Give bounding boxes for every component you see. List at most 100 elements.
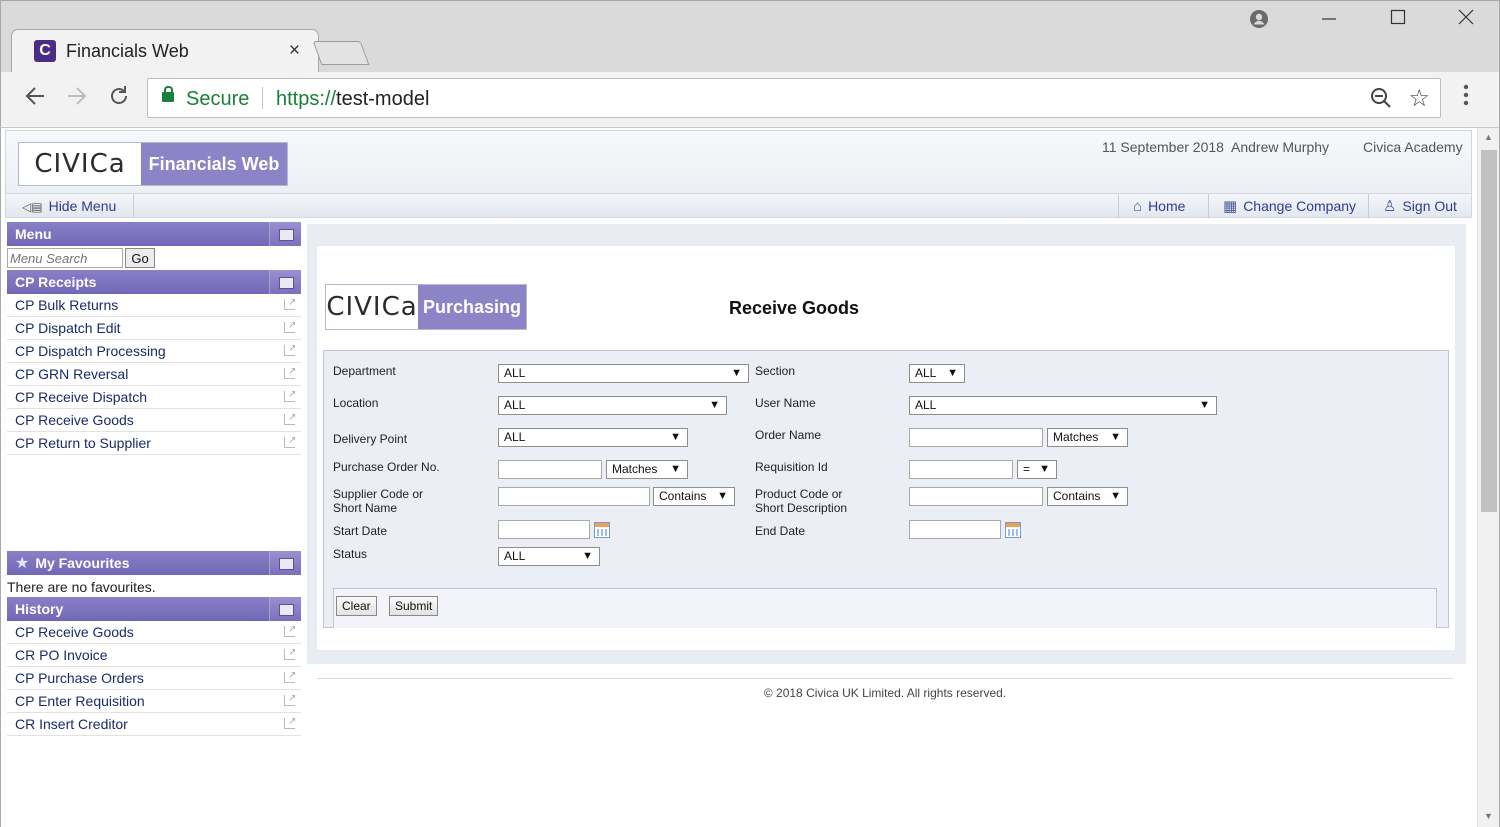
browser-menu-icon[interactable] (1456, 84, 1476, 106)
reload-icon[interactable] (102, 84, 136, 112)
product-input[interactable] (909, 487, 1043, 506)
open-window-icon[interactable] (284, 688, 296, 710)
browser-tab[interactable]: C Financials Web × (11, 29, 319, 73)
open-window-icon[interactable] (284, 384, 296, 406)
panel-up-icon[interactable] (269, 270, 301, 294)
back-arrow-icon[interactable] (18, 84, 52, 112)
financials-web-logo[interactable]: CIVICa Financials Web (18, 142, 288, 186)
favourites-panel-header: ★ My Favourites (7, 551, 301, 575)
module-name: Purchasing (418, 285, 526, 329)
history-item[interactable]: CR Insert Creditor (7, 711, 301, 736)
scroll-down-icon[interactable]: ▼ (1484, 811, 1493, 821)
hide-menu-link[interactable]: ◁▤ Hide Menu (10, 194, 134, 218)
calendar-icon[interactable] (594, 522, 610, 538)
delivery-point-select[interactable]: ALL ▼ (498, 428, 688, 447)
star-icon: ★ (15, 555, 30, 572)
history-item[interactable]: CP Enter Requisition (7, 688, 301, 713)
scrollbar-thumb[interactable] (1481, 150, 1497, 512)
page-scrollbar[interactable]: ▲ ▼ (1477, 128, 1499, 827)
purchase-order-match-select[interactable]: Matches ▼ (606, 460, 688, 479)
clear-button[interactable]: Clear (336, 596, 377, 616)
user-name-value: ALL (915, 398, 937, 412)
sidebar-item-dispatch-edit[interactable]: CP Dispatch Edit (7, 315, 301, 340)
open-window-icon[interactable] (284, 665, 296, 687)
status-label: Status (333, 547, 368, 561)
open-window-icon[interactable] (284, 407, 296, 429)
window-close-icon[interactable] (1446, 7, 1486, 33)
address-bar[interactable]: Secure https://test-model ☆ (147, 78, 1441, 118)
open-window-icon[interactable] (284, 338, 296, 360)
product-match-value: Contains (1053, 489, 1101, 503)
sign-out-link[interactable]: ♙ Sign Out (1368, 194, 1473, 218)
sidebar-item-return-to-supplier[interactable]: CP Return to Supplier (7, 430, 301, 455)
submit-button[interactable]: Submit (389, 596, 439, 616)
dropdown-arrow-icon: ▼ (947, 367, 958, 379)
sidebar-item-receive-dispatch[interactable]: CP Receive Dispatch (7, 384, 301, 409)
panel-toggle-icon[interactable] (269, 597, 301, 621)
delivery-point-label: Delivery Point (333, 432, 408, 446)
start-date-input[interactable] (498, 520, 590, 539)
url-scheme: https:// (276, 88, 337, 110)
department-label: Department (333, 364, 396, 378)
home-label: Home (1148, 198, 1186, 214)
requisition-id-input[interactable] (909, 460, 1013, 479)
tab-title: Financials Web (66, 41, 189, 61)
menu-search-input[interactable] (7, 248, 123, 268)
footer-divider (317, 678, 1453, 679)
collapse-menu-icon: ◁▤ (22, 200, 43, 214)
minimize-icon[interactable] (1309, 7, 1349, 33)
browser-toolbar: Secure https://test-model ☆ (0, 72, 1500, 128)
sidebar-item-dispatch-processing[interactable]: CP Dispatch Processing (7, 338, 301, 363)
history-item[interactable]: CP Purchase Orders (7, 665, 301, 690)
location-select[interactable]: ALL ▼ (498, 396, 727, 415)
end-date-input[interactable] (909, 520, 1001, 539)
status-select[interactable]: ALL ▼ (498, 547, 600, 566)
change-company-link[interactable]: ▦ Change Company (1208, 194, 1368, 218)
open-window-icon[interactable] (284, 292, 296, 314)
scroll-up-icon[interactable]: ▲ (1484, 132, 1493, 142)
product-match-select[interactable]: Contains ▼ (1047, 487, 1128, 506)
supplier-input[interactable] (498, 487, 650, 506)
open-window-icon[interactable] (284, 642, 296, 664)
order-name-match-select[interactable]: Matches ▼ (1047, 428, 1128, 447)
url-text[interactable]: https://test-model (276, 88, 429, 111)
sidebar-item-grn-reversal[interactable]: CP GRN Reversal (7, 361, 301, 386)
home-link[interactable]: ⌂ Home (1118, 194, 1208, 218)
bookmark-star-icon[interactable]: ☆ (1408, 84, 1430, 113)
sidebar-item-label: CP Receive Dispatch (15, 389, 148, 405)
panel-toggle-icon[interactable] (269, 551, 301, 575)
requisition-id-match-select[interactable]: = ▼ (1017, 460, 1057, 479)
forward-arrow-icon[interactable] (60, 84, 94, 112)
tab-close-icon[interactable]: × (289, 40, 300, 62)
dropdown-arrow-icon: ▼ (1110, 431, 1121, 443)
open-window-icon[interactable] (284, 315, 296, 337)
purchase-order-input[interactable] (498, 460, 602, 479)
calendar-icon[interactable] (1005, 522, 1021, 538)
open-window-icon[interactable] (284, 619, 296, 641)
history-panel-title: History (15, 601, 64, 617)
open-window-icon[interactable] (284, 361, 296, 383)
department-select[interactable]: ALL ▼ (498, 364, 749, 383)
section-select[interactable]: ALL ▼ (909, 364, 965, 383)
civica-favicon-icon: C (34, 40, 56, 62)
panel-toggle-icon[interactable] (269, 222, 301, 246)
sidebar-item-bulk-returns[interactable]: CP Bulk Returns (7, 292, 301, 317)
zoom-out-icon[interactable] (1370, 87, 1392, 115)
sidebar-item-receive-goods[interactable]: CP Receive Goods (7, 407, 301, 432)
browser-titlebar: C Financials Web × (0, 0, 1500, 73)
account-icon[interactable] (1239, 9, 1279, 35)
user-name-select[interactable]: ALL ▼ (909, 396, 1217, 415)
open-window-icon[interactable] (284, 430, 296, 452)
section-label: Section (755, 364, 796, 378)
menu-go-button[interactable]: Go (125, 248, 155, 268)
maximize-icon[interactable] (1378, 7, 1418, 33)
history-item[interactable]: CR PO Invoice (7, 642, 301, 667)
new-tab-button[interactable] (312, 41, 370, 65)
supplier-match-select[interactable]: Contains ▼ (653, 487, 735, 506)
sidebar-item-label: CP GRN Reversal (15, 366, 129, 382)
supplier-label-line2: Short Name (333, 501, 398, 515)
location-label: Location (333, 396, 379, 410)
open-window-icon[interactable] (284, 711, 296, 733)
order-name-input[interactable] (909, 428, 1043, 447)
history-item[interactable]: CP Receive Goods (7, 619, 301, 644)
